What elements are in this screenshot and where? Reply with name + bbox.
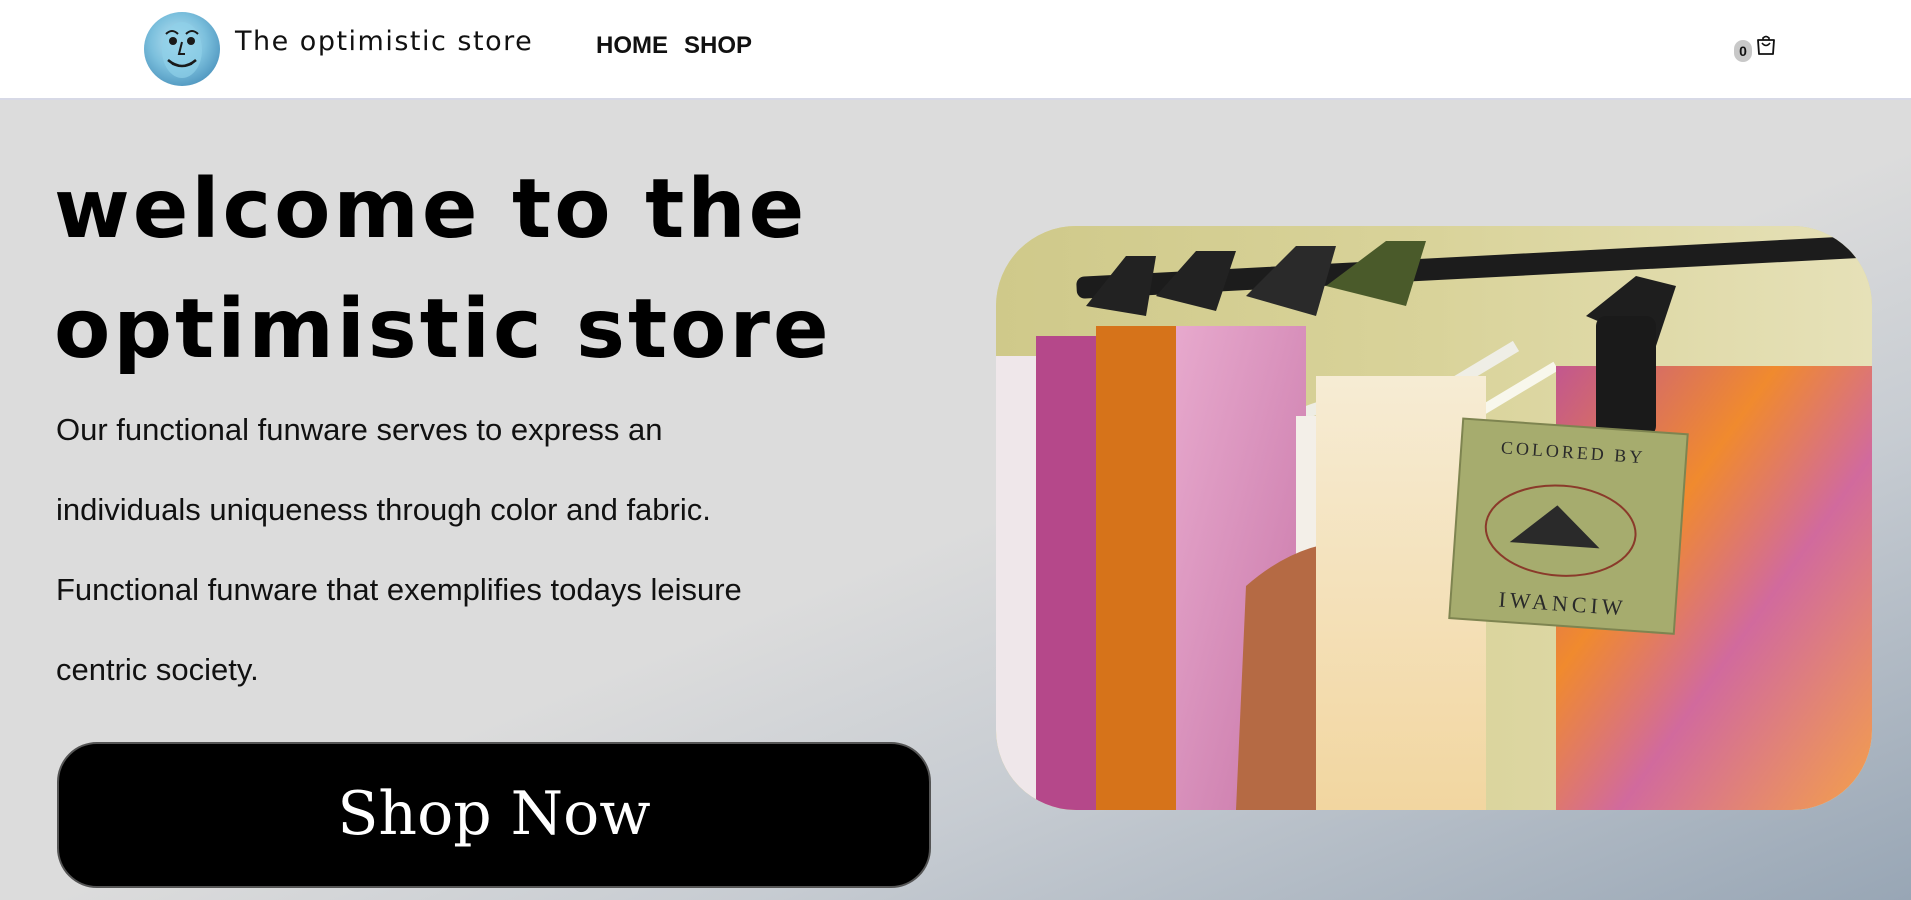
store-logo[interactable]: [144, 12, 220, 86]
headline-line-1: welcome to the: [54, 162, 808, 257]
logo-face-icon: [162, 22, 202, 78]
hero-description: Our functional funware serves to express…: [56, 390, 896, 710]
description-line: centric society.: [56, 652, 259, 687]
nav-home[interactable]: HOME: [596, 32, 668, 60]
nav-shop[interactable]: SHOP: [684, 32, 752, 60]
hero-headline: welcome to the optimistic store: [54, 150, 954, 390]
site-header: The optimistic store HOME SHOP 0: [0, 0, 1911, 100]
clothing-rack-illustration: COLORED BY IWANCIW: [996, 226, 1872, 810]
clothing-rack-image: COLORED BY IWANCIW: [996, 226, 1872, 810]
shop-now-button[interactable]: Shop Now: [57, 742, 931, 888]
description-line: individuals uniqueness through color and…: [56, 492, 711, 527]
description-line: Our functional funware serves to express…: [56, 412, 663, 447]
shopping-bag-icon[interactable]: [1754, 33, 1778, 57]
headline-line-2: optimistic store: [54, 282, 832, 377]
main-nav: HOME SHOP: [596, 32, 752, 60]
cart-count-badge[interactable]: 0: [1734, 40, 1752, 62]
description-line: Functional funware that exemplifies toda…: [56, 572, 742, 607]
brand-name[interactable]: The optimistic store: [235, 26, 533, 57]
